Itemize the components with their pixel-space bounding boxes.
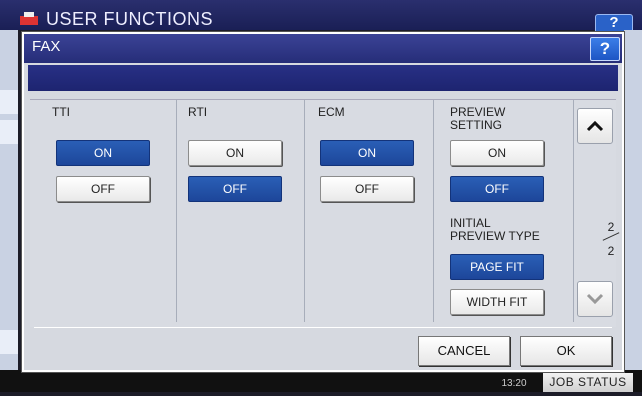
rti-on-button[interactable]: ON (188, 140, 282, 166)
printer-icon (18, 11, 40, 27)
page-fit-button[interactable]: PAGE FIT (450, 254, 544, 280)
column-divider (176, 100, 177, 322)
preview-setting-label: PREVIEW SETTING (450, 106, 505, 132)
dialog-title: FAX (32, 38, 61, 55)
chevron-up-icon (586, 120, 604, 132)
settings-panel: TTI ON OFF RTI ON OFF ECM ON OFF PREVIEW… (30, 99, 620, 327)
page-total: 2 (607, 244, 615, 258)
tti-label: TTI (52, 105, 70, 119)
ok-button[interactable]: OK (520, 336, 612, 366)
column-divider (573, 100, 574, 322)
dialog-titlebar: FAX ? (24, 34, 622, 63)
initial-preview-label-line2: PREVIEW TYPE (450, 229, 540, 243)
preview-setting-label-line2: SETTING (450, 118, 503, 132)
help-button[interactable]: ? (590, 37, 620, 61)
column-divider (304, 100, 305, 322)
page-current: 2 (607, 220, 615, 234)
scroll-down-button[interactable] (577, 281, 613, 317)
background-title: USER FUNCTIONS (46, 9, 214, 29)
fax-dialog: FAX ? TTI ON OFF RTI ON OFF ECM ON OFF P… (22, 32, 624, 372)
ecm-label: ECM (318, 105, 345, 119)
tti-on-button[interactable]: ON (56, 140, 150, 166)
tti-off-button[interactable]: OFF (56, 176, 150, 202)
background-left-panel (0, 30, 18, 370)
preview-off-button[interactable]: OFF (450, 176, 544, 202)
footer-divider (34, 327, 612, 328)
dialog-message-band (28, 65, 618, 91)
ecm-off-button[interactable]: OFF (320, 176, 414, 202)
ecm-on-button[interactable]: ON (320, 140, 414, 166)
background-right-panel (624, 30, 642, 370)
page-indicator: 2 2 (593, 220, 629, 258)
width-fit-button[interactable]: WIDTH FIT (450, 289, 544, 315)
job-status-button[interactable]: JOB STATUS (543, 373, 633, 392)
initial-preview-type-label: INITIAL PREVIEW TYPE (450, 217, 540, 243)
cancel-button[interactable]: CANCEL (418, 336, 510, 366)
scroll-up-button[interactable] (577, 108, 613, 144)
column-divider (433, 100, 434, 322)
rti-label: RTI (188, 105, 208, 119)
preview-on-button[interactable]: ON (450, 140, 544, 166)
clock: 13:20 (501, 378, 527, 389)
rti-off-button[interactable]: OFF (188, 176, 282, 202)
chevron-down-icon (586, 293, 604, 305)
